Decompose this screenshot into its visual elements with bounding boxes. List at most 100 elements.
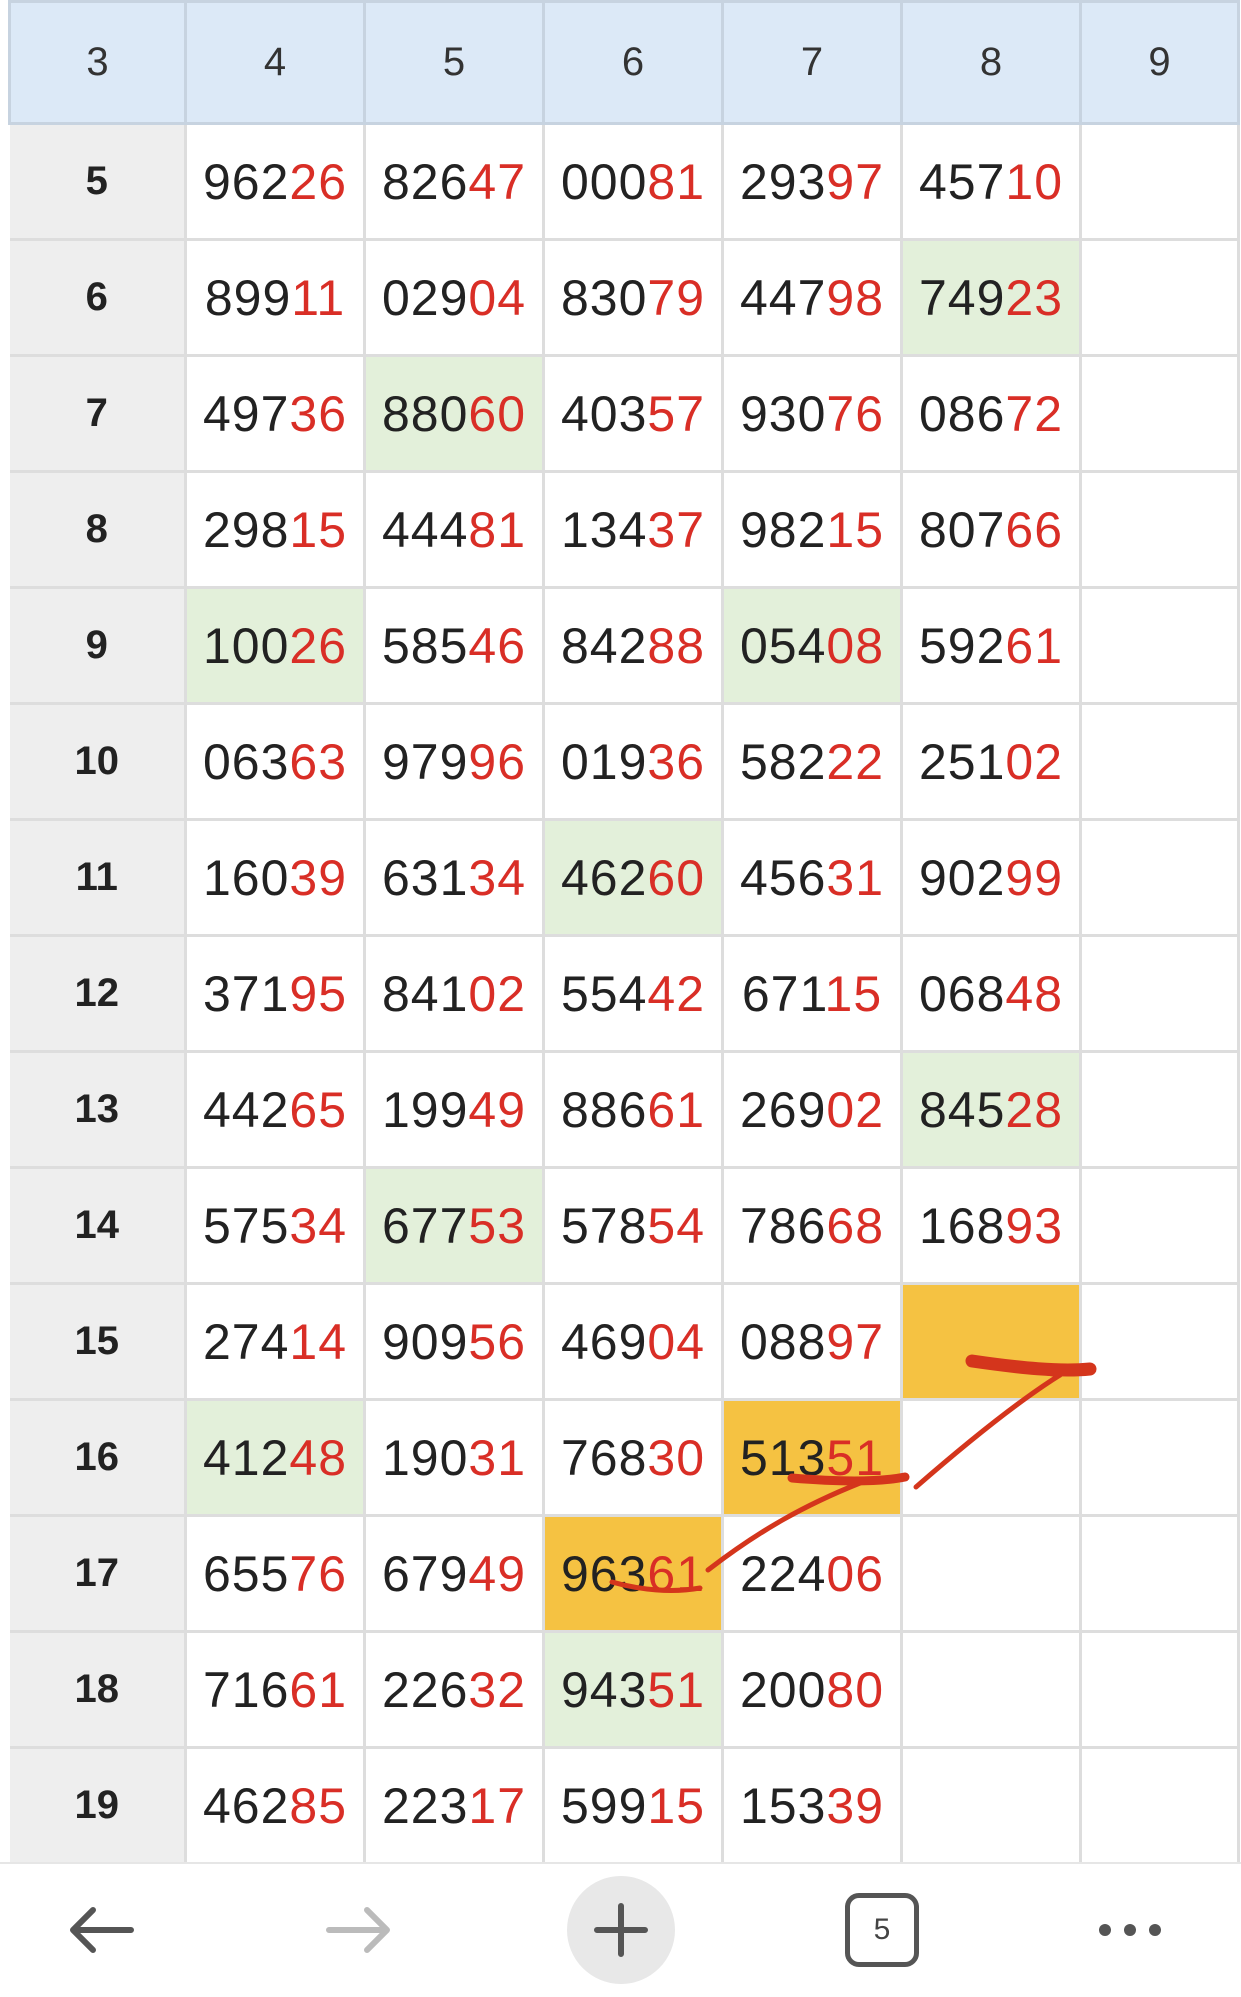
table-cell[interactable]: 90956	[363, 1282, 545, 1401]
table-cell[interactable]	[900, 1398, 1082, 1517]
table-cell[interactable]: 05408	[721, 586, 903, 705]
table-cell[interactable]: 55442	[542, 934, 724, 1053]
table-cell[interactable]: 44265	[184, 1050, 366, 1169]
table-cell[interactable]: 71661	[184, 1630, 366, 1749]
table-cell[interactable]	[900, 1746, 1082, 1865]
table-cell[interactable]: 26902	[721, 1050, 903, 1169]
table-cell[interactable]: 67949	[363, 1514, 545, 1633]
table-cell[interactable]	[1079, 354, 1240, 473]
table-cell[interactable]	[1079, 818, 1240, 937]
table-cell[interactable]: 88661	[542, 1050, 724, 1169]
row-header[interactable]: 11	[9, 819, 186, 937]
table-cell[interactable]: 89911	[184, 238, 366, 357]
row-header[interactable]: 12	[9, 935, 186, 1053]
table-cell[interactable]: 06363	[184, 702, 366, 821]
table-cell[interactable]: 83079	[542, 238, 724, 357]
table-cell[interactable]: 57854	[542, 1166, 724, 1285]
table-cell[interactable]	[1079, 934, 1240, 1053]
row-header[interactable]: 17	[9, 1515, 186, 1633]
table-cell[interactable]: 98215	[721, 470, 903, 589]
table-cell[interactable]: 44798	[721, 238, 903, 357]
column-header[interactable]: 6	[542, 0, 724, 125]
table-cell[interactable]: 49736	[184, 354, 366, 473]
table-cell[interactable]: 90299	[900, 818, 1082, 937]
row-header[interactable]: 16	[9, 1399, 186, 1517]
table-cell[interactable]: 02904	[363, 238, 545, 357]
table-cell[interactable]: 96361	[542, 1514, 724, 1633]
table-cell[interactable]: 15339	[721, 1746, 903, 1865]
column-header[interactable]: 5	[363, 0, 545, 125]
row-header[interactable]: 7	[9, 355, 186, 473]
back-button[interactable]	[50, 1886, 150, 1974]
table-cell[interactable]	[1079, 1398, 1240, 1517]
table-cell[interactable]: 59915	[542, 1746, 724, 1865]
table-cell[interactable]: 96226	[184, 122, 366, 241]
table-cell[interactable]	[1079, 1630, 1240, 1749]
table-cell[interactable]	[1079, 1514, 1240, 1633]
table-cell[interactable]: 19031	[363, 1398, 545, 1517]
table-cell[interactable]: 44481	[363, 470, 545, 589]
table-cell[interactable]	[1079, 1050, 1240, 1169]
table-cell[interactable]: 97996	[363, 702, 545, 821]
table-cell[interactable]: 78668	[721, 1166, 903, 1285]
table-cell[interactable]: 94351	[542, 1630, 724, 1749]
table-cell[interactable]: 59261	[900, 586, 1082, 705]
table-cell[interactable]: 46285	[184, 1746, 366, 1865]
table-cell[interactable]: 82647	[363, 122, 545, 241]
column-header[interactable]: 3	[8, 0, 187, 125]
table-cell[interactable]: 37195	[184, 934, 366, 1053]
table-cell[interactable]: 45631	[721, 818, 903, 937]
row-header[interactable]: 8	[9, 471, 186, 589]
row-header[interactable]: 14	[9, 1167, 186, 1285]
forward-button[interactable]	[310, 1886, 410, 1974]
table-cell[interactable]	[900, 1514, 1082, 1633]
tab-switcher-button[interactable]: 5	[845, 1893, 919, 1967]
table-cell[interactable]: 22406	[721, 1514, 903, 1633]
table-cell[interactable]	[1079, 470, 1240, 589]
table-cell[interactable]: 27414	[184, 1282, 366, 1401]
column-header[interactable]: 9	[1079, 0, 1240, 125]
table-cell[interactable]: 76830	[542, 1398, 724, 1517]
table-cell[interactable]: 22632	[363, 1630, 545, 1749]
table-cell[interactable]	[1079, 586, 1240, 705]
table-cell[interactable]: 29815	[184, 470, 366, 589]
table-cell[interactable]: 65576	[184, 1514, 366, 1633]
table-cell[interactable]: 58222	[721, 702, 903, 821]
table-cell[interactable]: 16039	[184, 818, 366, 937]
row-header[interactable]: 19	[9, 1747, 186, 1865]
table-cell[interactable]: 20080	[721, 1630, 903, 1749]
menu-button[interactable]	[1085, 1886, 1175, 1974]
table-cell[interactable]	[1079, 702, 1240, 821]
table-cell[interactable]	[900, 1630, 1082, 1749]
table-cell[interactable]	[1079, 122, 1240, 241]
table-cell[interactable]: 25102	[900, 702, 1082, 821]
row-header[interactable]: 10	[9, 703, 186, 821]
table-cell[interactable]: 84528	[900, 1050, 1082, 1169]
table-cell[interactable]: 80766	[900, 470, 1082, 589]
table-cell[interactable]: 10026	[184, 586, 366, 705]
table-cell[interactable]: 29397	[721, 122, 903, 241]
row-header[interactable]: 9	[9, 587, 186, 705]
table-cell[interactable]: 01936	[542, 702, 724, 821]
table-cell[interactable]: 45710	[900, 122, 1082, 241]
table-cell[interactable]: 16893	[900, 1166, 1082, 1285]
row-header[interactable]: 18	[9, 1631, 186, 1749]
table-cell[interactable]: 06848	[900, 934, 1082, 1053]
column-header[interactable]: 7	[721, 0, 903, 125]
table-cell[interactable]: 46260	[542, 818, 724, 937]
table-cell[interactable]: 41248	[184, 1398, 366, 1517]
row-header[interactable]: 5	[9, 123, 186, 241]
table-cell[interactable]: 88060	[363, 354, 545, 473]
table-cell[interactable]: 63134	[363, 818, 545, 937]
table-cell[interactable]: 67753	[363, 1166, 545, 1285]
table-cell[interactable]: 22317	[363, 1746, 545, 1865]
column-header[interactable]: 8	[900, 0, 1082, 125]
table-cell[interactable]: 74923	[900, 238, 1082, 357]
table-cell[interactable]: 58546	[363, 586, 545, 705]
table-cell[interactable]: 84102	[363, 934, 545, 1053]
table-cell[interactable]: 40357	[542, 354, 724, 473]
row-header[interactable]: 13	[9, 1051, 186, 1169]
table-cell[interactable]: 51351	[721, 1398, 903, 1517]
table-cell[interactable]	[1079, 1746, 1240, 1865]
table-cell[interactable]: 57534	[184, 1166, 366, 1285]
